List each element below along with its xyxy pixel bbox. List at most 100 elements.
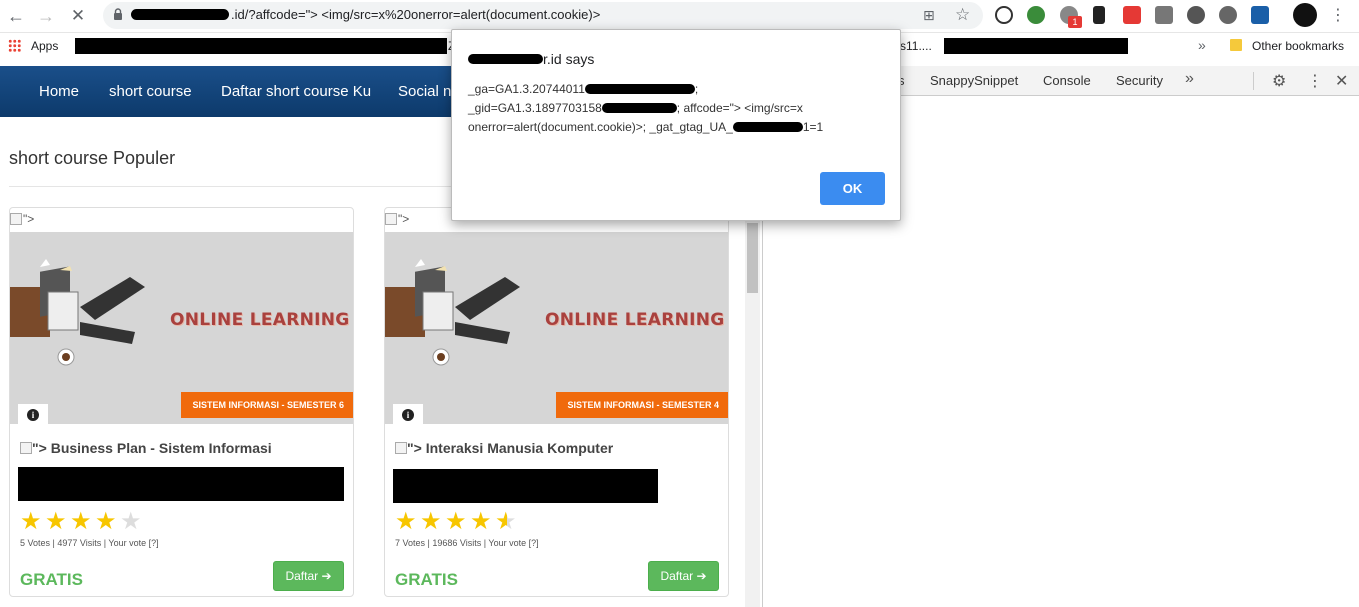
tab-console[interactable]: Console [1043,73,1091,88]
banner-text: ONLINE LEARNING [170,310,350,330]
info-icon[interactable]: i [18,404,48,424]
course-card[interactable]: "> ONLINE LEARNING SISTEM INFORMASI - SE… [384,207,729,597]
broken-image: "> [10,212,34,226]
star-icon[interactable]: ★ [20,510,44,534]
tab-security[interactable]: Security [1116,73,1163,88]
star-icon[interactable]: ★ [95,510,119,534]
banner-text: ONLINE LEARNING [545,310,725,330]
dialog-title-text: r.id says [543,51,595,67]
star-icon[interactable]: ★ [420,510,444,534]
category-tag[interactable]: SISTEM INFORMASI - SEMESTER 6 [181,392,353,418]
settings-gear-icon[interactable]: ⚙ [1272,71,1286,91]
star-icon[interactable]: ★ [445,510,469,534]
translate-icon[interactable]: ⊞ [923,7,935,24]
cookie-redaction [601,103,677,113]
page-scrollbar[interactable] [745,219,760,607]
cookie-gat: onerror=alert(document.cookie)>; _gat_gt… [468,120,733,134]
cookie-ga: _ga=GA1.3.20744011 [468,82,585,96]
course-title[interactable]: "> Business Plan - Sistem Informasi [20,440,272,456]
browser-menu-icon[interactable]: ⋮ [1326,4,1350,28]
sign-in-icon: ➔ [696,569,707,583]
vote-meta: 7 Votes | 19686 Visits | Your vote [?] [395,538,539,548]
profile-avatar[interactable] [1293,3,1317,27]
illustration-laptop-person [385,259,520,366]
domain-redaction [468,54,543,64]
more-bookmarks-icon[interactable]: » [1198,37,1206,53]
nav-daftar-short-course-ku[interactable]: Daftar short course Ku [221,83,371,100]
window-extension-icon[interactable] [1155,6,1173,24]
broken-image: "> [385,212,409,226]
stop-loading-icon[interactable]: ✕ [66,4,90,28]
block-extension-icon[interactable] [995,6,1013,24]
star-icon[interactable]: ★ [70,510,94,534]
title-prefix: "> [32,440,47,456]
star-rating[interactable]: ★ ★ ★ ★ ★ [395,510,520,534]
url-text: .id/?affcode="> <img/src=x%20onerror=ale… [131,7,600,22]
bookmark-redaction [944,38,1128,54]
scrollbar-thumb[interactable] [747,223,758,293]
close-icon[interactable]: ✕ [1335,71,1348,91]
divider [1253,72,1254,90]
address-bar[interactable]: .id/?affcode="> <img/src=x%20onerror=ale… [103,2,983,29]
dialog-message: _ga=GA1.3.20744011; _gid=GA1.3.189770315… [468,80,888,137]
ok-button[interactable]: OK [820,172,885,205]
broken-image-alt: "> [398,212,410,226]
apps-bookmark[interactable]: Apps [31,39,58,53]
swirl-extension-icon[interactable] [1187,6,1205,24]
category-tag[interactable]: SISTEM INFORMASI - SEMESTER 4 [556,392,728,418]
daftar-button[interactable]: Daftar ➔ [648,561,719,591]
divider [9,186,454,187]
url-redaction [131,9,229,20]
browser-window: ← → ✕ .id/?affcode="> <img/src=x%20onerr… [0,0,1359,607]
broken-image-alt: "> [23,212,35,226]
kebab-menu-icon[interactable]: ⋮ [1307,71,1323,91]
price-label: GRATIS [20,570,83,589]
cookie-affcode: ; affcode="> <img/src=x [676,101,803,115]
sign-in-icon: ➔ [321,569,332,583]
nav-short-course[interactable]: short course [109,83,192,100]
more-tabs-icon[interactable]: » [1185,70,1194,88]
star-icon[interactable]: ★ [45,510,69,534]
cookie-sep: ; [694,82,699,96]
course-banner[interactable]: ONLINE LEARNING SISTEM INFORMASI - SEMES… [385,232,728,424]
cookie-gid: _gid=GA1.3.1897703158 [468,101,602,115]
forward-arrow-icon[interactable]: → [34,4,58,28]
broken-image-icon [385,213,397,225]
star-icon[interactable]: ★ [470,510,494,534]
illustration-laptop-person [10,259,145,366]
lock-extension-icon[interactable] [1093,6,1105,24]
section-title: short course Populer [9,148,176,168]
tab-snappysnippet[interactable]: SnappySnippet [930,73,1018,88]
vote-meta: 5 Votes | 4977 Visits | Your vote [?] [20,538,159,548]
star-icon[interactable]: ★ [120,510,144,534]
price-label: GRATIS [395,570,458,589]
daftar-button[interactable]: Daftar ➔ [273,561,344,591]
course-banner[interactable]: ONLINE LEARNING SISTEM INFORMASI - SEMES… [10,232,353,424]
broken-image-icon [10,213,22,225]
back-arrow-icon[interactable]: ← [4,4,28,28]
info-icon[interactable]: i [393,404,423,424]
bookmark-star-icon[interactable]: ☆ [955,5,970,25]
course-card[interactable]: "> ONLINE LEARNING SISTEM INFORMASI - SE… [9,207,354,597]
apps-grid-icon[interactable] [8,39,21,52]
course-title[interactable]: "> Interaksi Manusia Komputer [395,440,613,456]
description-redaction [393,469,658,503]
course-title-text: Business Plan - Sistem Informasi [50,440,272,456]
bookmark-fragment[interactable]: s11.... [900,39,932,53]
l-extension-icon[interactable] [1251,6,1269,24]
head-extension-icon[interactable] [1219,6,1237,24]
pdf-extension-icon[interactable] [1123,6,1141,24]
alert-dialog: r.id says _ga=GA1.3.20744011; _gid=GA1.3… [451,29,901,221]
course-title-text: Interaksi Manusia Komputer [425,440,614,456]
description-redaction [18,467,344,501]
daftar-label: Daftar [285,569,319,583]
title-prefix: "> [407,440,422,456]
nav-home[interactable]: Home [39,83,79,100]
star-icon[interactable]: ★ [395,510,419,534]
star-rating[interactable]: ★ ★ ★ ★ ★ [20,510,145,534]
cookie-redaction [732,122,803,132]
url-path: .id/?affcode="> <img/src=x%20onerror=ale… [231,7,601,22]
globe-extension-icon[interactable] [1027,6,1045,24]
other-bookmarks[interactable]: Other bookmarks [1252,39,1344,53]
half-star-icon[interactable]: ★ [495,510,519,534]
